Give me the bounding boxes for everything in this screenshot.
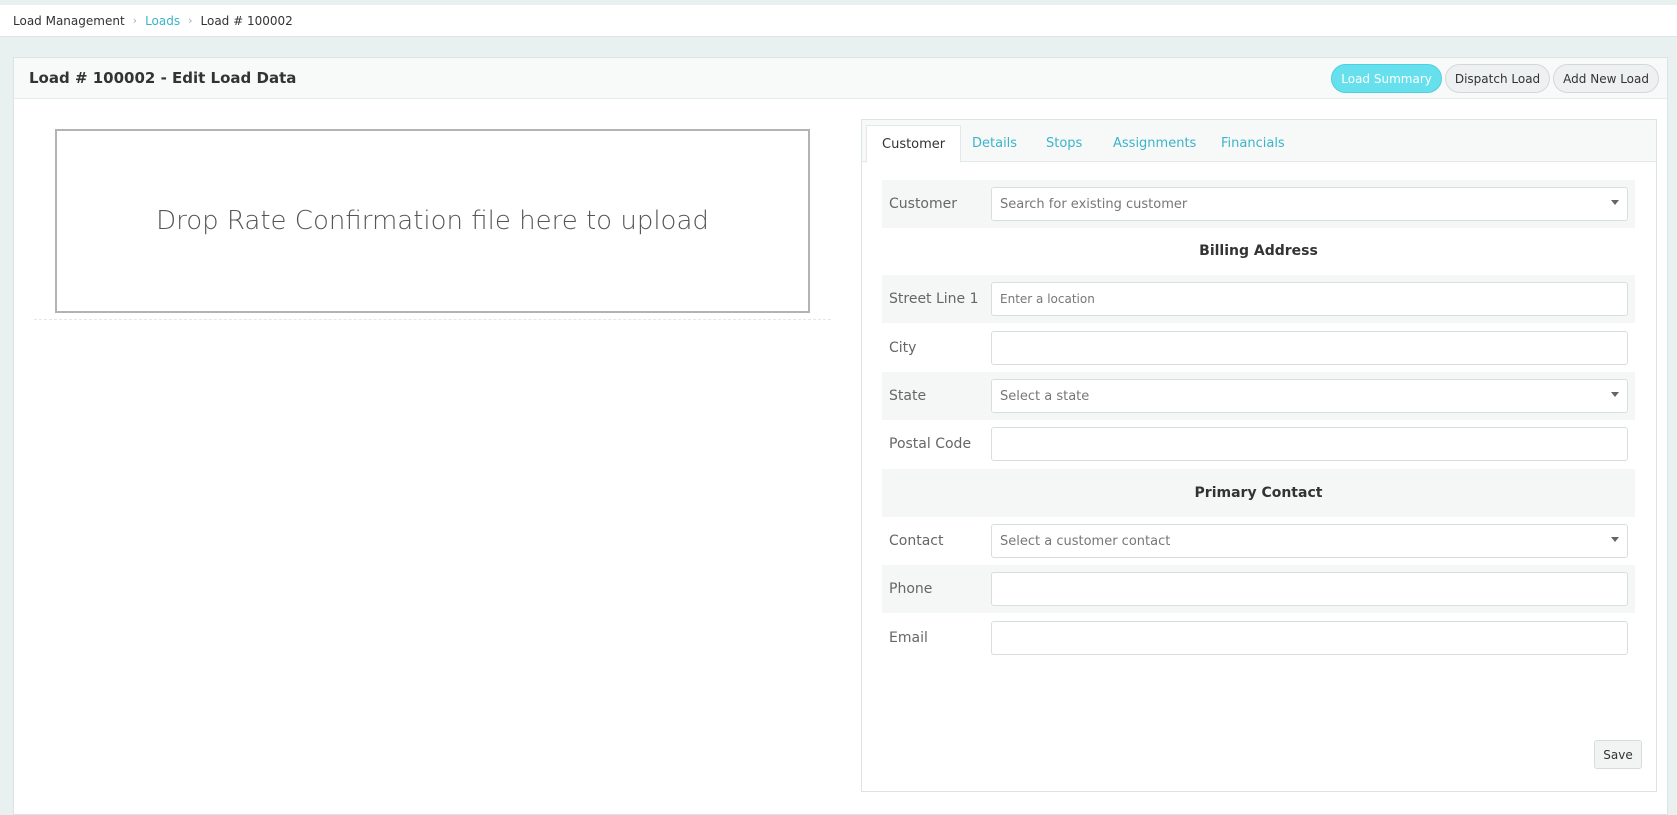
dropzone-text: Drop Rate Confirmation file here to uplo… [156, 206, 709, 236]
phone-label: Phone [889, 581, 933, 597]
add-new-load-button[interactable]: Add New Load [1553, 64, 1659, 93]
contact-label: Contact [889, 533, 944, 549]
tab-details[interactable]: Details [957, 125, 1032, 162]
breadcrumb-loads-link[interactable]: Loads [145, 14, 180, 28]
email-input[interactable] [991, 621, 1628, 655]
breadcrumb: Load Management › Loads › Load # 100002 [0, 5, 1677, 37]
load-summary-button[interactable]: Load Summary [1331, 64, 1442, 93]
state-select[interactable]: Select a state [991, 379, 1628, 413]
header-actions: Load Summary Dispatch Load Add New Load [1331, 64, 1659, 93]
street-input[interactable]: Enter a location [991, 282, 1628, 316]
state-row: State Select a state [882, 372, 1635, 420]
tab-financials[interactable]: Financials [1206, 125, 1300, 162]
customer-placeholder: Search for existing customer [1000, 196, 1188, 212]
postal-code-label: Postal Code [889, 436, 972, 452]
contact-select[interactable]: Select a customer contact [991, 524, 1628, 558]
city-label: City [889, 340, 917, 356]
contact-placeholder: Select a customer contact [1000, 533, 1171, 549]
phone-row: Phone [882, 565, 1635, 613]
primary-contact-heading: Primary Contact [882, 469, 1635, 517]
breadcrumb-load-management[interactable]: Load Management [13, 14, 125, 28]
customer-row: Customer Search for existing customer [882, 180, 1635, 228]
tab-assignments[interactable]: Assignments [1098, 125, 1211, 162]
dispatch-load-button[interactable]: Dispatch Load [1444, 64, 1551, 93]
tab-customer[interactable]: Customer [866, 125, 962, 163]
email-row: Email [882, 614, 1635, 662]
contact-row: Contact Select a customer contact [882, 517, 1635, 565]
save-button[interactable]: Save [1594, 740, 1642, 769]
breadcrumb-separator-icon: › [188, 14, 193, 27]
street-row: Street Line 1 Enter a location [882, 275, 1635, 323]
city-row: City [882, 324, 1635, 372]
chevron-down-icon [1611, 200, 1619, 205]
phone-input[interactable] [991, 572, 1628, 606]
street-label: Street Line 1 [889, 291, 979, 307]
postal-code-input[interactable] [991, 427, 1628, 461]
state-label: State [889, 388, 927, 404]
rate-confirmation-dropzone[interactable]: Drop Rate Confirmation file here to uplo… [55, 129, 810, 313]
customer-label: Customer [889, 196, 958, 212]
street-placeholder: Enter a location [1000, 292, 1095, 306]
load-form-card: Customer Details Stops Assignments Finan… [861, 119, 1657, 792]
chevron-down-icon [1611, 392, 1619, 397]
panel-header: Load # 100002 - Edit Load Data Load Summ… [14, 58, 1667, 99]
tab-stops[interactable]: Stops [1031, 125, 1097, 162]
edit-load-panel: Load # 100002 - Edit Load Data Load Summ… [13, 57, 1668, 815]
breadcrumb-separator-icon: › [132, 14, 138, 27]
billing-address-heading: Billing Address [1199, 243, 1318, 259]
breadcrumb-current: Load # 100002 [200, 13, 293, 28]
dropzone-divider [34, 319, 831, 320]
customer-search-select[interactable]: Search for existing customer [991, 187, 1628, 221]
city-input[interactable] [991, 331, 1628, 365]
state-placeholder: Select a state [1000, 388, 1090, 404]
postal-code-row: Postal Code [882, 420, 1635, 468]
form-tabs: Customer Details Stops Assignments Finan… [862, 120, 1656, 163]
chevron-down-icon [1611, 537, 1619, 542]
email-label: Email [889, 630, 928, 646]
page-title: Load # 100002 - Edit Load Data [29, 69, 297, 87]
